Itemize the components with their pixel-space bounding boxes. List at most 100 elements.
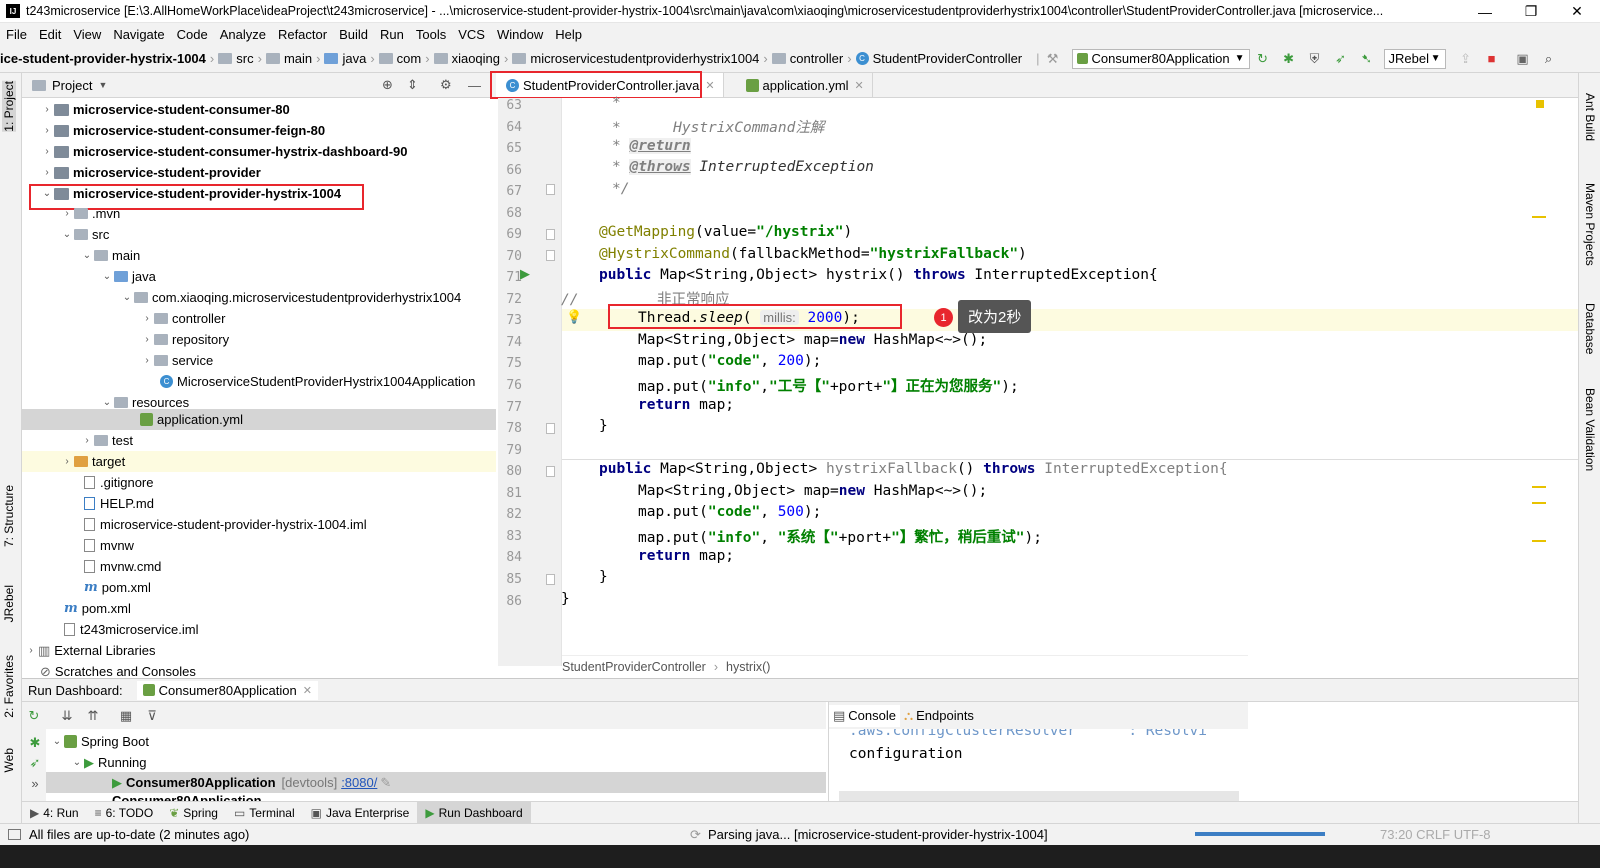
menu-navigate[interactable]: Navigate bbox=[107, 27, 170, 42]
tree-item[interactable]: .gitignore bbox=[84, 472, 153, 493]
tool-tab-favorites[interactable]: 2: Favorites bbox=[2, 655, 16, 718]
close-icon[interactable]: ✕ bbox=[855, 79, 864, 92]
breadcrumb-src[interactable]: src bbox=[236, 51, 253, 66]
group-icon[interactable]: ▦ bbox=[116, 706, 136, 726]
tab-console[interactable]: ▤ Console bbox=[829, 704, 900, 727]
breadcrumb-com[interactable]: com bbox=[397, 51, 422, 66]
fold-icon[interactable] bbox=[546, 423, 555, 434]
menu-edit[interactable]: Edit bbox=[33, 27, 67, 42]
expand-all-icon[interactable]: ⇊ bbox=[57, 706, 77, 726]
tree-item[interactable]: ⌄ com.xiaoqing.microservicestudentprovide… bbox=[120, 287, 461, 308]
warning-marker[interactable] bbox=[1532, 540, 1546, 542]
tree-item[interactable]: › repository bbox=[140, 329, 229, 350]
fold-icon[interactable] bbox=[546, 229, 555, 240]
run-tree-app[interactable]: ▶ Consumer80Application [devtools]:8080/✎ bbox=[46, 772, 826, 793]
coverage-icon[interactable]: ⛨ bbox=[1305, 49, 1325, 69]
edit-icon[interactable]: ✎ bbox=[380, 775, 391, 791]
menu-build[interactable]: Build bbox=[333, 27, 374, 42]
tree-item[interactable]: › microservice-student-consumer-hystrix-d… bbox=[40, 141, 407, 162]
warning-marker[interactable] bbox=[1532, 502, 1546, 504]
run-tree-group[interactable]: ⌄ ▶ Running bbox=[70, 752, 147, 773]
tree-item[interactable]: mvnw.cmd bbox=[84, 556, 161, 577]
tool-tab-database[interactable]: Database bbox=[1583, 303, 1597, 354]
breadcrumb-controller[interactable]: controller bbox=[790, 51, 843, 66]
close-icon[interactable]: ✕ bbox=[303, 684, 312, 697]
search-icon[interactable]: ⌕ bbox=[1539, 49, 1559, 69]
tool-tab-project[interactable]: 1: Project bbox=[2, 81, 16, 132]
rerun-icon[interactable]: ↻ bbox=[1253, 49, 1273, 69]
run-config-select[interactable]: Consumer80Application ▼ bbox=[1071, 48, 1250, 69]
tree-item[interactable]: m pom.xml bbox=[64, 598, 131, 619]
menu-help[interactable]: Help bbox=[549, 27, 588, 42]
chevron-down-icon[interactable]: ▼ bbox=[98, 80, 107, 90]
tool-tab-web[interactable]: Web bbox=[2, 748, 16, 772]
warning-marker[interactable] bbox=[1532, 216, 1546, 218]
tree-item[interactable]: ⌄ java bbox=[100, 266, 156, 287]
analysis-status-icon[interactable] bbox=[1536, 100, 1544, 108]
hide-icon[interactable]: — bbox=[468, 78, 481, 93]
collapse-all-icon[interactable]: ⇈ bbox=[83, 706, 103, 726]
close-button[interactable]: ✕ bbox=[1554, 0, 1600, 23]
tree-item[interactable]: ⌄ src bbox=[60, 224, 110, 245]
tree-item[interactable]: › microservice-student-provider bbox=[40, 162, 261, 183]
tool-tab-todo[interactable]: ≡ 6: TODO bbox=[87, 802, 162, 824]
run-tree-cut-row[interactable]: Consumer80Application bbox=[112, 793, 262, 801]
editor-breadcrumb-method[interactable]: hystrix() bbox=[726, 660, 770, 674]
console-output[interactable]: .aws.configClusterResolver : Resolvi con… bbox=[828, 729, 1248, 801]
editor-breadcrumb-class[interactable]: StudentProviderController bbox=[562, 660, 706, 674]
update-icon[interactable]: ⇪ bbox=[1456, 49, 1476, 69]
debug-icon[interactable]: ✱ bbox=[25, 733, 45, 753]
menu-code[interactable]: Code bbox=[171, 27, 214, 42]
tool-tab-jrebel[interactable]: JRebel bbox=[2, 585, 16, 622]
tree-item[interactable]: › test bbox=[80, 430, 133, 451]
breadcrumb-class[interactable]: StudentProviderController bbox=[873, 51, 1023, 66]
project-view-select[interactable]: Project bbox=[52, 78, 92, 93]
tree-item[interactable]: › service bbox=[140, 350, 213, 371]
app-port-link[interactable]: :8080/ bbox=[341, 775, 377, 790]
tree-item[interactable]: › microservice-student-consumer-80 bbox=[40, 99, 289, 120]
tree-item[interactable]: HELP.md bbox=[84, 493, 154, 514]
menu-refactor[interactable]: Refactor bbox=[272, 27, 333, 42]
menu-tools[interactable]: Tools bbox=[410, 27, 452, 42]
collapse-icon[interactable]: ⇕ bbox=[407, 77, 418, 93]
filter-icon[interactable]: ⊽ bbox=[142, 706, 162, 726]
tool-tab-run-dashboard[interactable]: ▶ Run Dashboard bbox=[417, 801, 531, 824]
breadcrumb-java[interactable]: java bbox=[342, 51, 366, 66]
lightbulb-icon[interactable]: 💡 bbox=[566, 309, 582, 325]
tree-item[interactable]: microservice-student-provider-hystrix-10… bbox=[84, 514, 367, 535]
tab-application-yml[interactable]: application.yml ✕ bbox=[738, 73, 873, 97]
run-gutter-icon[interactable]: ▶ bbox=[520, 266, 530, 282]
fold-icon[interactable] bbox=[546, 466, 555, 477]
tree-item-selected[interactable]: application.yml bbox=[22, 409, 496, 430]
run-dashboard-tab[interactable]: Consumer80Application ✕ bbox=[136, 680, 318, 700]
gear-icon[interactable]: ⚙ bbox=[440, 77, 452, 93]
fold-icon[interactable] bbox=[546, 250, 555, 261]
status-position[interactable]: 73:20 CRLF UTF-8 bbox=[1380, 827, 1491, 842]
tree-item[interactable]: t243microservice.iml bbox=[64, 619, 198, 640]
tree-item[interactable]: m pom.xml bbox=[84, 577, 151, 598]
fold-icon[interactable] bbox=[546, 574, 555, 585]
tool-tab-bean-validation[interactable]: Bean Validation bbox=[1583, 388, 1597, 471]
menu-file[interactable]: File bbox=[0, 27, 33, 42]
tree-item[interactable]: › .mvn bbox=[60, 203, 120, 224]
debug-icon[interactable]: ✱ bbox=[1279, 49, 1299, 69]
jrebel-icon[interactable]: ➶ bbox=[25, 753, 45, 773]
tool-tab-ant-build[interactable]: Ant Build bbox=[1583, 93, 1597, 141]
tool-tab-terminal[interactable]: ▭ Terminal bbox=[226, 802, 303, 824]
menu-analyze[interactable]: Analyze bbox=[214, 27, 272, 42]
breadcrumb-main[interactable]: main bbox=[284, 51, 312, 66]
menu-window[interactable]: Window bbox=[491, 27, 549, 42]
tool-tab-structure[interactable]: 7: Structure bbox=[2, 485, 16, 547]
fold-icon[interactable] bbox=[546, 184, 555, 195]
tool-tab-spring[interactable]: ❦ Spring bbox=[161, 802, 226, 824]
tab-endpoints[interactable]: ⛬ Endpoints bbox=[900, 705, 978, 727]
tree-item[interactable]: ⌄ main bbox=[80, 245, 140, 266]
jrebel-select[interactable]: JRebel ▼ bbox=[1383, 48, 1446, 69]
status-toggle-icon[interactable] bbox=[8, 829, 21, 840]
breadcrumb-module[interactable]: ice-student-provider-hystrix-1004 bbox=[0, 51, 206, 66]
tab-student-provider-controller[interactable]: C StudentProviderController.java ✕ bbox=[490, 71, 724, 99]
locate-icon[interactable]: ⊕ bbox=[382, 77, 393, 93]
tool-tab-maven[interactable]: Maven Projects bbox=[1583, 183, 1597, 266]
maximize-button[interactable]: ❐ bbox=[1508, 0, 1554, 23]
project-structure-icon[interactable]: ▣ bbox=[1513, 49, 1533, 69]
